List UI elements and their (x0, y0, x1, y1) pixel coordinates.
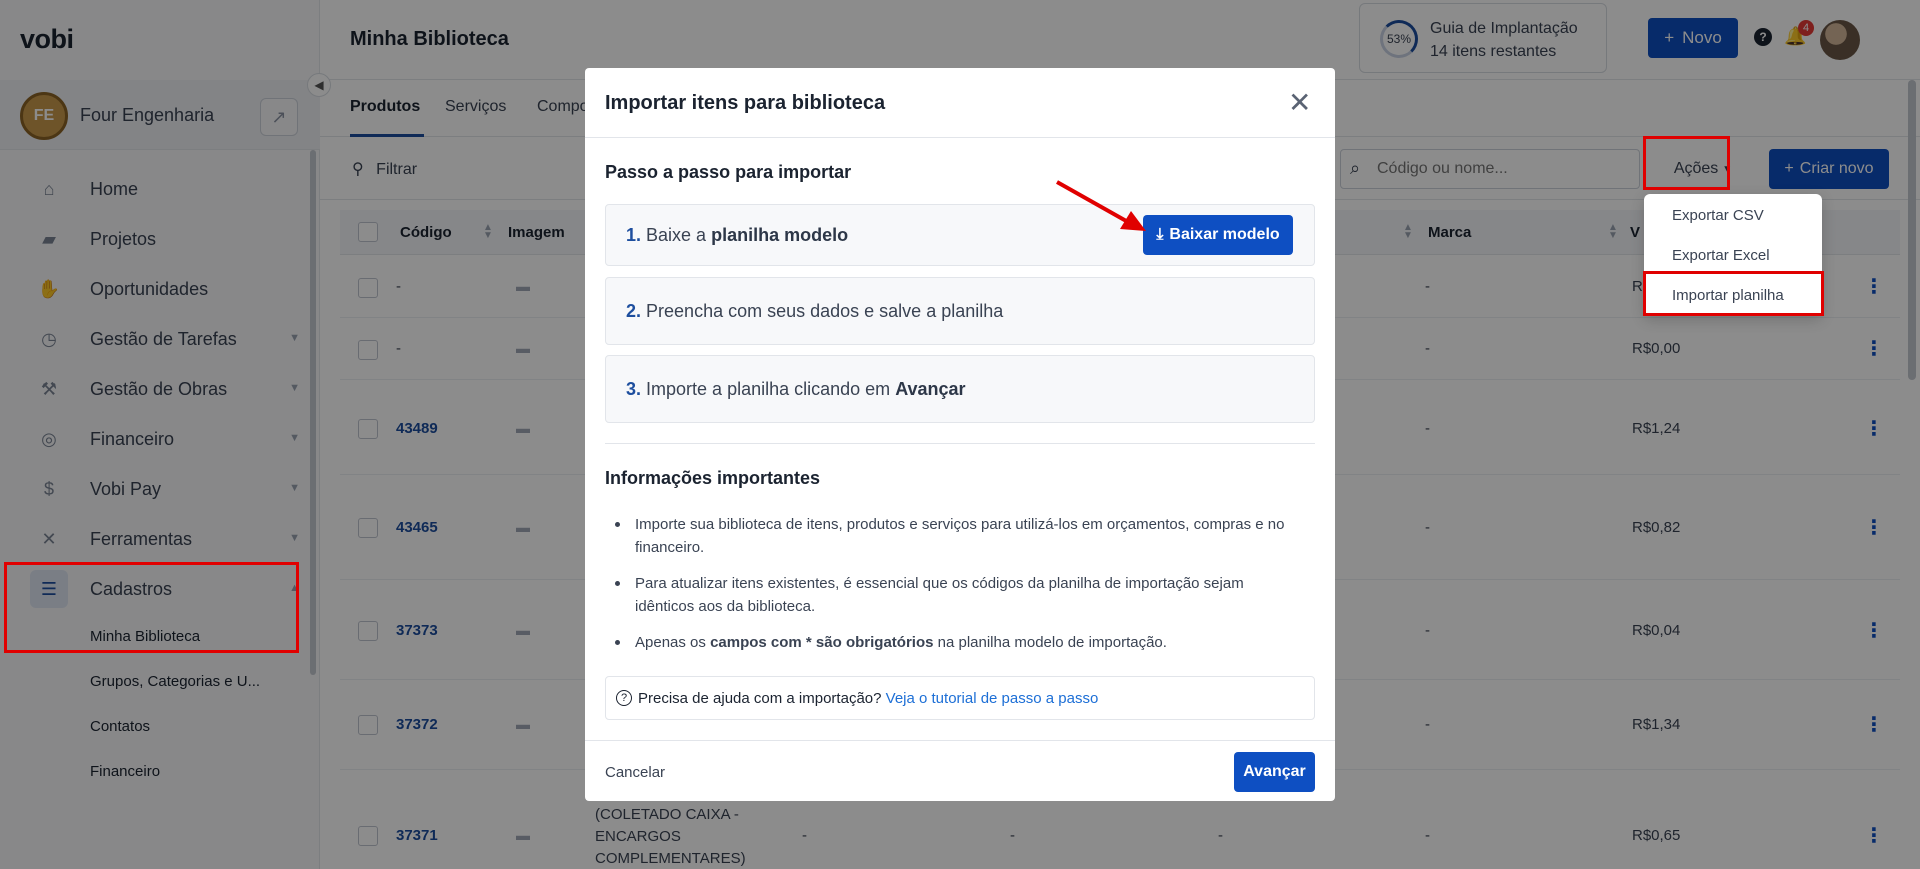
step-text: Baixe a (646, 225, 707, 245)
info-bullet: Apenas os campos com * são obrigatórios … (615, 631, 1295, 654)
step-3-text: 3. Importe a planilha clicando em Avança… (626, 379, 966, 400)
cancel-button[interactable]: Cancelar (605, 764, 665, 781)
actions-dropdown: Exportar CSV Exportar Excel Importar pla… (1644, 194, 1822, 316)
info-bullet: Para atualizar itens existentes, é essen… (615, 572, 1295, 618)
help-box: ? Precisa de ajuda com a importação? Vej… (605, 676, 1315, 720)
next-button[interactable]: Avançar (1234, 752, 1315, 792)
bullet-bold-text: campos com * são obrigatórios (710, 634, 934, 651)
bullet-text: na planilha modelo de importação. (937, 634, 1167, 651)
modal-footer: Cancelar Avançar (585, 740, 1335, 801)
steps-title: Passo a passo para importar (605, 162, 852, 182)
divider (605, 443, 1315, 444)
step-bold-text: Avançar (895, 379, 966, 399)
bullet-text: Apenas os (635, 634, 706, 651)
step-3: 3. Importe a planilha clicando em Avança… (605, 355, 1315, 423)
step-number: 3. (626, 379, 642, 399)
close-icon[interactable]: ✕ (1288, 86, 1311, 119)
modal-title: Importar itens para biblioteca (605, 92, 886, 114)
step-text: Importe a planilha clicando em (646, 379, 891, 399)
step-1: 1. Baixe a planilha modelo ⤓ Baixar mode… (605, 204, 1315, 266)
step-number: 1. (626, 225, 642, 245)
download-template-button[interactable]: ⤓ Baixar modelo (1143, 215, 1293, 255)
step-bold-text: planilha modelo (711, 225, 849, 245)
step-1-text: 1. Baixe a planilha modelo (626, 225, 848, 246)
menu-item-exportar-excel[interactable]: Exportar Excel (1672, 247, 1770, 264)
step-number: 2. (626, 301, 642, 321)
step-text: Preencha com seus dados e salve a planil… (646, 301, 1004, 321)
help-question: Precisa de ajuda com a importação? (638, 690, 882, 707)
help-text: Precisa de ajuda com a importação? Veja … (638, 690, 1098, 707)
step-2-text: 2. Preencha com seus dados e salve a pla… (626, 301, 1003, 322)
download-icon: ⤓ (1156, 226, 1164, 243)
info-list: Importe sua biblioteca de itens, produto… (615, 513, 1295, 667)
info-bullet: Importe sua biblioteca de itens, produto… (615, 513, 1295, 559)
menu-item-exportar-csv[interactable]: Exportar CSV (1672, 207, 1764, 224)
menu-item-importar-planilha[interactable]: Importar planilha (1672, 287, 1784, 304)
modal-header: Importar itens para biblioteca ✕ (585, 68, 1335, 138)
download-label: Baixar modelo (1169, 226, 1280, 243)
import-modal: Importar itens para biblioteca ✕ Passo a… (585, 68, 1335, 801)
info-title: Informações importantes (605, 468, 821, 488)
tutorial-link[interactable]: Veja o tutorial de passo a passo (886, 690, 1099, 707)
step-2: 2. Preencha com seus dados e salve a pla… (605, 277, 1315, 345)
question-icon: ? (616, 690, 632, 706)
